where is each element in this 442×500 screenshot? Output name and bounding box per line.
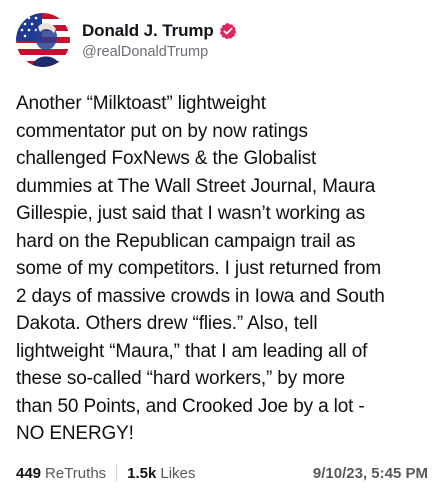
post-stats: 449 ReTruths 1.5k Likes 9/10/23, 5:45 PM xyxy=(16,462,428,484)
post-header: Donald J. Trump @realDonaldTrump xyxy=(16,12,237,68)
likes-count: 1.5k xyxy=(127,464,157,482)
author-display-name[interactable]: Donald J. Trump xyxy=(82,21,214,41)
stats-divider xyxy=(116,464,118,482)
post-text: Another “Milktoast” lightweight commenta… xyxy=(16,93,385,444)
likes-label: Likes xyxy=(160,464,196,482)
avatar[interactable] xyxy=(16,13,70,67)
author-info: Donald J. Trump @realDonaldTrump xyxy=(82,20,237,60)
post-timestamp[interactable]: 9/10/23, 5:45 PM xyxy=(313,465,428,482)
truth-social-post: Donald J. Trump @realDonaldTrump Another… xyxy=(0,0,442,500)
author-name-row: Donald J. Trump xyxy=(82,20,237,42)
retruths-count: 449 xyxy=(16,464,42,482)
verified-badge-icon xyxy=(219,23,236,40)
retruths-stat[interactable]: 449 ReTruths xyxy=(16,465,106,482)
retruths-label: ReTruths xyxy=(45,464,107,482)
author-handle[interactable]: @realDonaldTrump xyxy=(82,44,237,60)
likes-stat[interactable]: 1.5k Likes xyxy=(127,465,195,482)
